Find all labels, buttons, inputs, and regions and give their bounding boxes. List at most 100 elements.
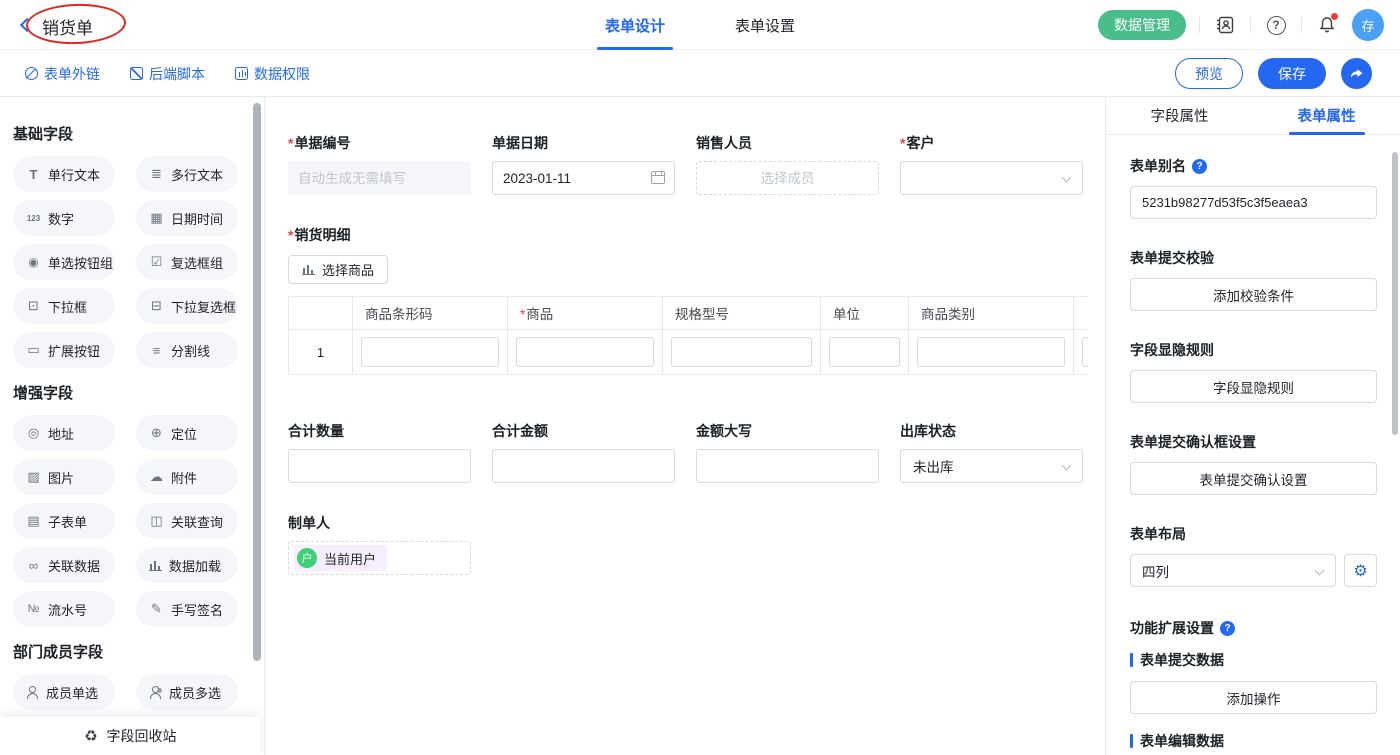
doc-date-label: 单据日期 — [492, 133, 675, 153]
header-actions: 数据管理 ? 存 — [1098, 0, 1384, 50]
spec-input[interactable] — [671, 337, 812, 367]
field-item-serial-number[interactable]: 流水号 — [13, 591, 115, 627]
field-item-single-line-text[interactable]: 单行文本 — [13, 156, 115, 192]
field-amount-words[interactable]: 金额大写 — [696, 421, 879, 483]
field-item-datetime[interactable]: 日期时间 — [136, 200, 238, 236]
single-line-text-icon — [26, 167, 41, 182]
field-total-qty[interactable]: 合计数量 — [288, 421, 471, 483]
tab-field-properties[interactable]: 字段属性 — [1106, 97, 1253, 134]
creator-picker[interactable]: 户 当前用户 — [288, 541, 471, 575]
field-total-amount[interactable]: 合计金额 — [492, 421, 675, 483]
field-item-data-load[interactable]: 数据加载 — [136, 547, 238, 583]
customer-select[interactable] — [900, 161, 1083, 195]
salesperson-picker[interactable] — [696, 161, 879, 195]
contact-book-icon[interactable] — [1213, 13, 1237, 37]
barcode-input[interactable] — [361, 337, 499, 367]
external-link-label: 表单外链 — [44, 64, 100, 84]
layout-settings-button[interactable]: ⚙ — [1344, 554, 1377, 587]
permission-icon — [235, 67, 248, 80]
notification-bell-icon[interactable] — [1315, 13, 1339, 37]
field-visibility-button[interactable]: 字段显隐规则 — [1130, 370, 1377, 403]
checkbox-icon — [149, 254, 164, 270]
back-icon[interactable] — [20, 18, 34, 32]
field-item-dropdown-multi[interactable]: 下拉复选框 — [136, 288, 238, 324]
properties-panel: 字段属性 表单属性 表单别名 ? 表单提交校验 添加校验条件 字段显隐规则 字段… — [1105, 97, 1400, 755]
data-manage-button[interactable]: 数据管理 — [1098, 10, 1186, 40]
field-item-locate[interactable]: 定位 — [136, 415, 238, 451]
gear-icon: ⚙ — [1353, 561, 1367, 581]
field-stock-status[interactable]: 出库状态 未出库 — [900, 421, 1083, 483]
field-recycle-bin[interactable]: 字段回收站 — [0, 717, 260, 755]
divider-icon — [149, 343, 164, 358]
doc-date-input[interactable] — [492, 161, 675, 195]
total-qty-label: 合计数量 — [288, 421, 471, 441]
amount-words-input[interactable] — [696, 449, 879, 483]
help-icon[interactable]: ? — [1220, 621, 1235, 636]
clipped-input[interactable] — [1082, 337, 1088, 367]
total-amount-input[interactable] — [492, 449, 675, 483]
add-validation-button[interactable]: 添加校验条件 — [1130, 278, 1377, 311]
recycle-icon — [84, 727, 99, 745]
field-doc-no[interactable]: 单据编号 — [288, 133, 471, 195]
creator-label: 制单人 — [288, 513, 1105, 533]
product-input[interactable] — [516, 337, 654, 367]
data-permission-action[interactable]: 数据权限 — [235, 64, 310, 84]
field-item-dropdown[interactable]: 下拉框 — [13, 288, 115, 324]
help-icon[interactable]: ? — [1192, 159, 1207, 174]
field-item-extend-button[interactable]: 扩展按钮 — [13, 332, 115, 368]
field-item-link-query[interactable]: 关联查询 — [136, 503, 238, 539]
unit-input[interactable] — [829, 337, 900, 367]
detail-section: 销货明细 选择商品 商品条形码 商品 规格型号 单位 商品类别 1 — [288, 225, 1105, 375]
doc-no-input[interactable] — [288, 161, 471, 195]
sidebar-scrollbar[interactable] — [253, 103, 261, 661]
field-item-attachment[interactable]: 附件 — [136, 459, 238, 495]
category-input[interactable] — [917, 337, 1065, 367]
submit-data-add-button[interactable]: 添加操作 — [1130, 681, 1377, 714]
col-barcode-header: 商品条形码 — [353, 297, 508, 330]
panel-scrollbar[interactable] — [1392, 152, 1398, 435]
section-title-enhanced: 增强字段 — [13, 382, 264, 403]
image-icon — [26, 469, 41, 485]
field-item-image[interactable]: 图片 — [13, 459, 115, 495]
dropdown-multi-icon — [149, 298, 164, 314]
field-item-member-single[interactable]: 成员单选 — [13, 674, 115, 710]
bar-chart-icon — [302, 264, 315, 275]
link-data-icon — [26, 558, 41, 573]
field-item-checkbox-group[interactable]: 复选框组 — [136, 244, 238, 280]
extension-settings-label: 功能扩展设置 ? — [1130, 618, 1377, 638]
external-link-action[interactable]: 表单外链 — [25, 64, 100, 84]
field-creator[interactable]: 制单人 户 当前用户 — [288, 513, 1105, 575]
field-item-subform[interactable]: 子表单 — [13, 503, 115, 539]
field-item-radio-group[interactable]: 单选按钮组 — [13, 244, 115, 280]
field-item-address[interactable]: 地址 — [13, 415, 115, 451]
field-item-member-multi[interactable]: 成员多选 — [136, 674, 238, 710]
save-button[interactable]: 保存 — [1258, 58, 1326, 89]
backend-script-action[interactable]: 后端脚本 — [130, 64, 205, 84]
tab-form-properties[interactable]: 表单属性 — [1253, 97, 1400, 134]
field-item-divider[interactable]: 分割线 — [136, 332, 238, 368]
field-salesperson[interactable]: 销售人员 — [696, 133, 879, 195]
user-avatar[interactable]: 存 — [1352, 9, 1384, 41]
layout-select[interactable]: 四列 — [1130, 554, 1336, 587]
field-customer[interactable]: 客户 — [900, 133, 1083, 195]
share-icon[interactable] — [1341, 58, 1372, 89]
amount-words-label: 金额大写 — [696, 421, 879, 441]
field-item-link-data[interactable]: 关联数据 — [13, 547, 115, 583]
choose-product-button[interactable]: 选择商品 — [288, 255, 388, 284]
field-doc-date[interactable]: 单据日期 — [492, 133, 675, 195]
section-title-members: 部门成员字段 — [13, 641, 264, 662]
form-design-canvas: 单据编号 单据日期 销售人员 客户 销货明细 选择商品 — [266, 97, 1105, 755]
form-alias-input[interactable] — [1130, 186, 1377, 219]
stock-status-select[interactable]: 未出库 — [900, 449, 1083, 483]
header-tabs: 表单设计 表单设置 — [601, 0, 799, 50]
tab-form-design[interactable]: 表单设计 — [601, 0, 669, 50]
link-query-icon — [149, 513, 164, 529]
preview-button[interactable]: 预览 — [1175, 58, 1243, 89]
total-qty-input[interactable] — [288, 449, 471, 483]
field-item-signature[interactable]: 手写签名 — [136, 591, 238, 627]
field-item-multi-line-text[interactable]: 多行文本 — [136, 156, 238, 192]
submit-confirm-button[interactable]: 表单提交确认设置 — [1130, 462, 1377, 495]
tab-form-settings[interactable]: 表单设置 — [731, 0, 799, 50]
field-item-number[interactable]: 数字 — [13, 200, 115, 236]
help-icon[interactable]: ? — [1264, 13, 1288, 37]
